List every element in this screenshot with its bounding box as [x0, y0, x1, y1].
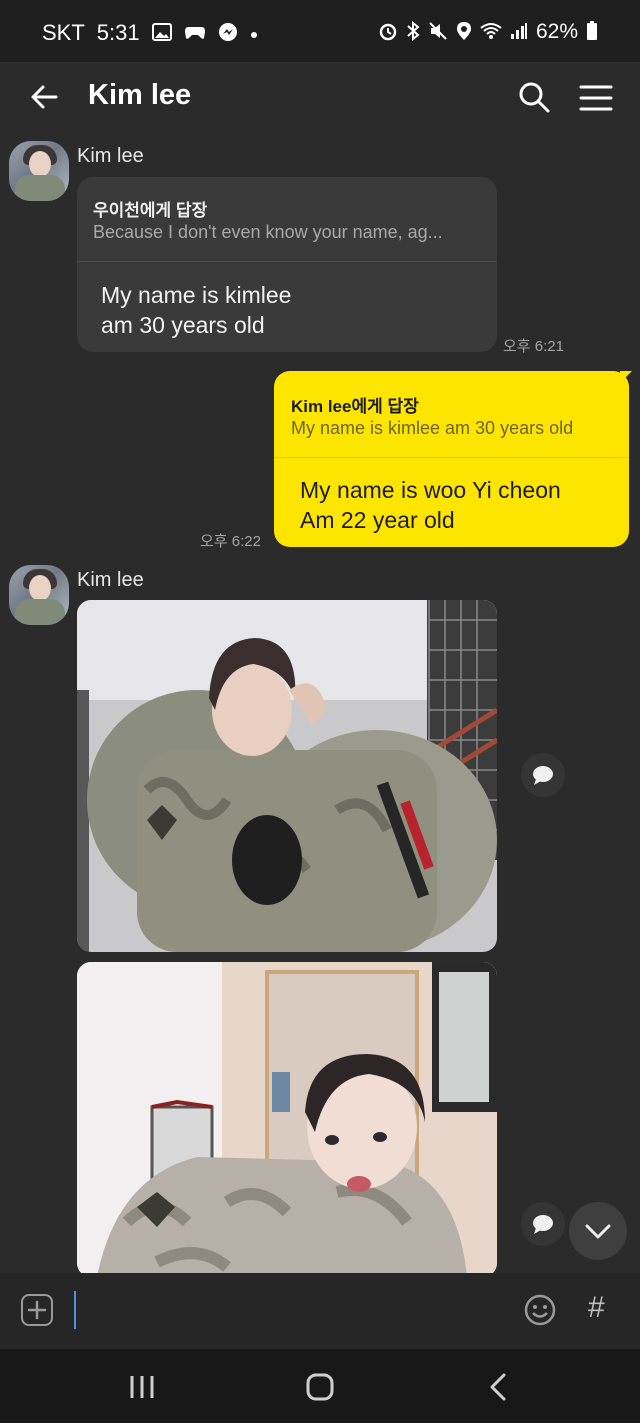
reply-to-label: Kim lee에게 답장	[291, 397, 419, 416]
back-nav-icon[interactable]	[480, 1367, 520, 1407]
bluetooth-icon	[406, 20, 420, 44]
plus-icon[interactable]	[21, 1294, 53, 1326]
chat-title: Kim lee	[88, 79, 192, 111]
wifi-icon	[480, 22, 502, 43]
message-input[interactable]	[74, 1291, 76, 1329]
quoted-message: Because I don't even know your name, ag.…	[93, 222, 443, 242]
photo-soldier-pout[interactable]	[77, 962, 497, 1277]
status-right: 62%	[378, 20, 598, 44]
sender-name: Kim lee	[77, 145, 144, 167]
quote-divider	[77, 261, 497, 262]
game-controller-icon	[184, 23, 206, 44]
sender-name: Kim lee	[77, 569, 144, 591]
alarm-icon	[378, 21, 398, 44]
menu-icon[interactable]	[578, 82, 614, 114]
outgoing-message-bubble[interactable]: Kim lee에게 답장 My name is kimlee am 30 yea…	[274, 371, 629, 547]
clock: 5:31	[96, 20, 140, 45]
comment-icon[interactable]	[521, 1202, 565, 1246]
bubble-tail	[620, 371, 632, 383]
search-icon[interactable]	[517, 80, 551, 114]
status-bar: SKT 5:31 62%	[0, 0, 640, 62]
location-icon	[456, 21, 472, 44]
message-line: Am 22 year old	[300, 507, 455, 533]
chat-header: Kim lee	[0, 62, 640, 134]
photo-soldier-selfie[interactable]	[77, 600, 497, 952]
incoming-message-bubble[interactable]: 우이천에게 답장 Because I don't even know your …	[77, 177, 497, 352]
system-nav-bar	[0, 1349, 640, 1423]
gallery-icon	[151, 22, 172, 44]
home-icon[interactable]	[300, 1367, 340, 1407]
avatar[interactable]	[9, 565, 69, 625]
scroll-down-button[interactable]	[569, 1202, 627, 1260]
reply-to-label: 우이천에게 답장	[93, 201, 208, 220]
message-input-bar: #	[0, 1273, 640, 1349]
message-line: My name is woo Yi cheon	[300, 477, 561, 503]
avatar[interactable]	[9, 141, 69, 201]
battery-icon	[586, 20, 598, 44]
mute-icon	[428, 21, 448, 44]
messenger-icon	[218, 22, 238, 45]
message-line: My name is kimlee	[101, 282, 292, 308]
quoted-message: My name is kimlee am 30 years old	[291, 418, 574, 438]
carrier-label: SKT	[42, 20, 85, 45]
message-line: am 30 years old	[101, 312, 265, 338]
battery-percent: 62%	[535, 20, 578, 43]
dot-icon	[250, 24, 258, 42]
back-arrow-icon[interactable]	[28, 80, 62, 114]
status-left: SKT 5:31	[42, 20, 258, 46]
message-time: 오후 6:21	[503, 338, 564, 355]
quote-divider	[274, 457, 629, 458]
hash-icon[interactable]: #	[588, 1291, 605, 1325]
message-time: 오후 6:22	[200, 533, 261, 550]
comment-icon[interactable]	[521, 753, 565, 797]
emoji-icon[interactable]	[524, 1294, 556, 1326]
signal-icon	[510, 22, 528, 43]
recent-apps-icon[interactable]	[122, 1367, 162, 1407]
